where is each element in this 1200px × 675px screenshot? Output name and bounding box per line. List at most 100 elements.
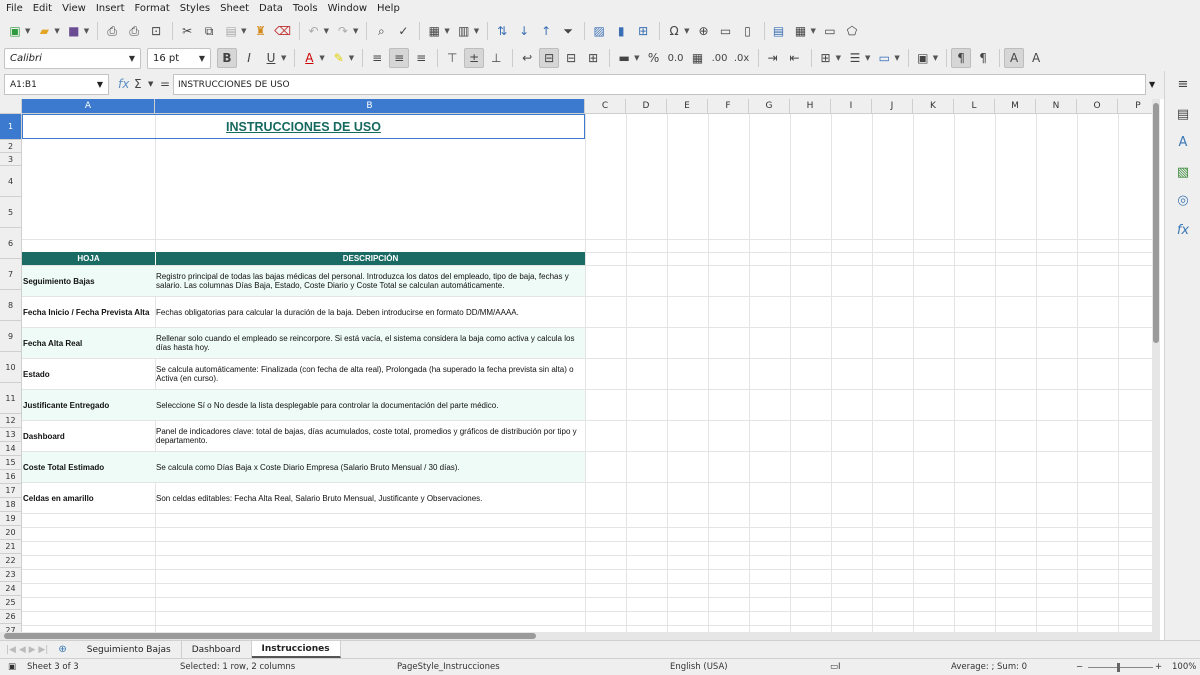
row-header-3[interactable]: 3 bbox=[0, 153, 22, 166]
column-header-b[interactable]: B bbox=[155, 99, 585, 114]
menu-sheet[interactable]: Sheet bbox=[220, 3, 249, 14]
row-header-10[interactable]: 10 bbox=[0, 352, 22, 383]
align-center-icon[interactable]: ≡ bbox=[389, 48, 410, 68]
column-dropdown-icon[interactable]: ▼ bbox=[474, 27, 479, 35]
row-header-26[interactable]: 26 bbox=[0, 610, 22, 624]
align-top-icon[interactable]: ⊤ bbox=[442, 48, 462, 68]
new-icon[interactable]: ▣ bbox=[5, 21, 25, 41]
unmerge-cells-icon[interactable]: ⊞ bbox=[583, 48, 603, 68]
description-cell[interactable]: Registro principal de todas las bajas mé… bbox=[155, 266, 585, 296]
zoom-level[interactable]: 100% bbox=[1172, 662, 1196, 672]
row-header-24[interactable]: 24 bbox=[0, 582, 22, 596]
print-preview-icon[interactable]: ⊡ bbox=[146, 21, 166, 41]
show-draw-functions-icon[interactable]: ⬠ bbox=[842, 21, 862, 41]
copy-icon[interactable]: ⧉ bbox=[199, 21, 219, 41]
clone-formatting-icon[interactable]: ♜ bbox=[251, 21, 271, 41]
underline-icon[interactable]: U bbox=[261, 48, 281, 68]
zoom-slider[interactable] bbox=[1088, 667, 1153, 668]
sum-info[interactable]: Average: ; Sum: 0 bbox=[951, 662, 1027, 672]
function-wizard-icon[interactable]: fx bbox=[118, 77, 129, 91]
row-header-11[interactable]: 11 bbox=[0, 383, 22, 414]
column-header-o[interactable]: O bbox=[1077, 99, 1118, 114]
row-header-12[interactable]: 12 bbox=[0, 414, 22, 428]
sum-dropdown-icon[interactable]: ▼ bbox=[148, 80, 153, 88]
scrollbar-thumb[interactable] bbox=[1153, 103, 1159, 343]
row-header-15[interactable]: 15 bbox=[0, 456, 22, 470]
freeze-rows-columns-icon[interactable]: ▦ bbox=[791, 21, 811, 41]
highlight-color-icon[interactable]: ✎ bbox=[329, 48, 349, 68]
functions-icon[interactable]: fx bbox=[1174, 223, 1192, 241]
column-header-g[interactable]: G bbox=[749, 99, 790, 114]
text-vertical-icon[interactable]: A bbox=[1026, 48, 1046, 68]
menu-tools[interactable]: Tools bbox=[293, 3, 318, 14]
autofilter-icon[interactable]: ⏷ bbox=[558, 21, 578, 41]
decrease-indent-icon[interactable]: ⇤ bbox=[785, 48, 805, 68]
align-left-icon[interactable]: ≡ bbox=[367, 48, 387, 68]
conditional-dropdown-icon[interactable]: ▼ bbox=[933, 54, 938, 62]
column-header-m[interactable]: M bbox=[995, 99, 1036, 114]
column-header-d[interactable]: D bbox=[626, 99, 667, 114]
column-header-l[interactable]: L bbox=[954, 99, 995, 114]
merge-center-icon[interactable]: ⊟ bbox=[539, 48, 560, 68]
row-header-2[interactable]: 2 bbox=[0, 140, 22, 153]
merge-cells-icon[interactable]: ⊟ bbox=[561, 48, 581, 68]
border-color-icon[interactable]: ▭ bbox=[874, 48, 894, 68]
highlight-dropdown-icon[interactable]: ▼ bbox=[349, 54, 354, 62]
border-color-dropdown-icon[interactable]: ▼ bbox=[894, 54, 899, 62]
header-footer-icon[interactable]: ▯ bbox=[738, 21, 758, 41]
row-header-22[interactable]: 22 bbox=[0, 554, 22, 568]
column-icon[interactable]: ▥ bbox=[454, 21, 474, 41]
spreadsheet-grid[interactable]: A B C D E F G H I J K L M N O P INSTRUCC… bbox=[0, 99, 1160, 632]
row-icon[interactable]: ▦ bbox=[424, 21, 444, 41]
font-color-dropdown-icon[interactable]: ▼ bbox=[319, 54, 324, 62]
chevron-down-icon[interactable]: ▼ bbox=[129, 54, 135, 63]
row-header-19[interactable]: 19 bbox=[0, 512, 22, 526]
hyperlink-icon[interactable]: ⊕ bbox=[694, 21, 714, 41]
border-style-icon[interactable]: ☰ bbox=[845, 48, 865, 68]
properties-icon[interactable]: ▤ bbox=[1174, 107, 1192, 125]
row-header-4[interactable]: 4 bbox=[0, 166, 22, 197]
menu-styles[interactable]: Styles bbox=[180, 3, 210, 14]
sheet-name-cell[interactable]: Estado bbox=[22, 359, 155, 389]
row-header-8[interactable]: 8 bbox=[0, 290, 22, 321]
sheet-name-cell[interactable]: Dashboard bbox=[22, 421, 155, 451]
vertical-scrollbar[interactable] bbox=[1152, 99, 1160, 632]
clear-formatting-icon[interactable]: ⌫ bbox=[273, 21, 293, 41]
select-all-corner[interactable] bbox=[0, 99, 22, 114]
undo-icon[interactable]: ↶ bbox=[304, 21, 324, 41]
sheet-name-cell[interactable]: Fecha Alta Real bbox=[22, 328, 155, 358]
underline-dropdown-icon[interactable]: ▼ bbox=[281, 54, 286, 62]
increase-indent-icon[interactable]: ⇥ bbox=[763, 48, 783, 68]
open-dropdown-icon[interactable]: ▼ bbox=[54, 27, 59, 35]
export-pdf-icon[interactable]: ⎙ bbox=[102, 21, 122, 41]
menu-edit[interactable]: Edit bbox=[33, 3, 52, 14]
row-header-7[interactable]: 7 bbox=[0, 259, 22, 290]
conditional-format-icon[interactable]: ▣ bbox=[913, 48, 933, 68]
tab-navigation-icon[interactable]: |◀ ◀ ▶ ▶| bbox=[6, 645, 48, 655]
row-header-20[interactable]: 20 bbox=[0, 526, 22, 540]
bold-icon[interactable]: B bbox=[217, 48, 237, 68]
menu-insert[interactable]: Insert bbox=[96, 3, 125, 14]
row-dropdown-icon[interactable]: ▼ bbox=[444, 27, 449, 35]
description-cell[interactable]: Rellenar solo cuando el empleado se rein… bbox=[155, 328, 585, 358]
number-format-icon[interactable]: 0.0 bbox=[666, 48, 686, 68]
sort-ascending-icon[interactable]: ↓ bbox=[514, 21, 534, 41]
column-header-k[interactable]: K bbox=[913, 99, 954, 114]
row-header-23[interactable]: 23 bbox=[0, 568, 22, 582]
column-header-n[interactable]: N bbox=[1036, 99, 1077, 114]
undo-dropdown-icon[interactable]: ▼ bbox=[324, 27, 329, 35]
menu-help[interactable]: Help bbox=[377, 3, 400, 14]
tab-instrucciones[interactable]: Instrucciones bbox=[251, 641, 341, 658]
font-color-icon[interactable]: A bbox=[299, 48, 319, 68]
language[interactable]: English (USA) bbox=[670, 662, 728, 672]
sort-icon[interactable]: ⇅ bbox=[492, 21, 512, 41]
comment-icon[interactable]: ▭ bbox=[716, 21, 736, 41]
column-header-i[interactable]: I bbox=[831, 99, 872, 114]
zoom-slider-handle[interactable] bbox=[1117, 663, 1120, 672]
tab-seguimiento-bajas[interactable]: Seguimiento Bajas bbox=[77, 641, 182, 658]
expand-formula-icon[interactable]: ▼ bbox=[1149, 80, 1155, 89]
sheet-name-cell[interactable]: Fecha Inicio / Fecha Prevista Alta bbox=[22, 297, 155, 327]
column-header-a[interactable]: A bbox=[22, 99, 155, 114]
paste-icon[interactable]: ▤ bbox=[221, 21, 241, 41]
text-direction-ltr-icon[interactable]: ¶ bbox=[951, 48, 972, 68]
